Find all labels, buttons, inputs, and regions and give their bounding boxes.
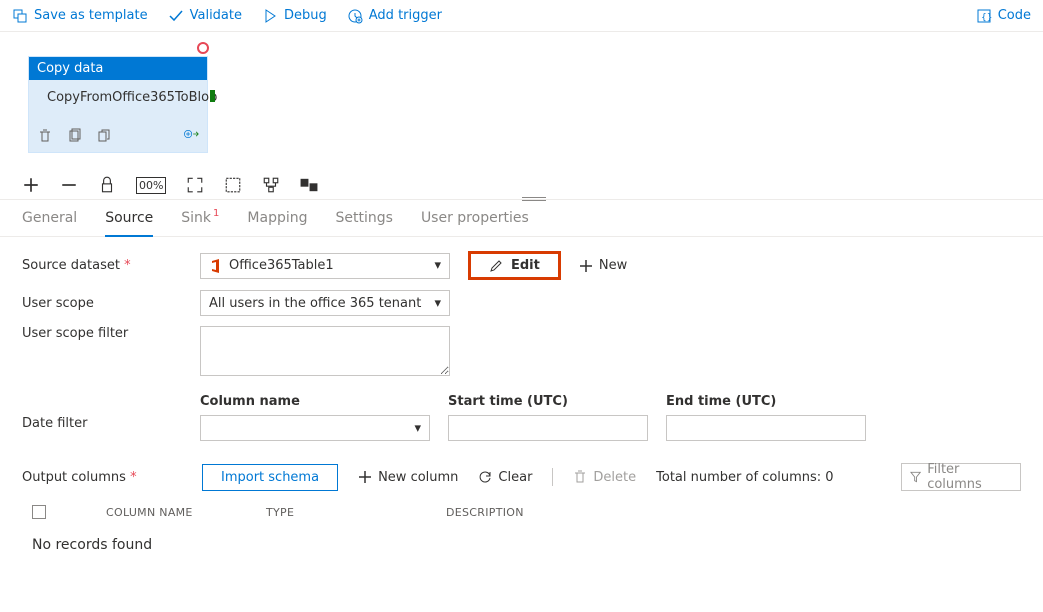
activity-name: CopyFromOffice365ToBlob — [47, 90, 217, 106]
copy-icon[interactable] — [67, 128, 83, 144]
config-tabs: General Source Sink1 Mapping Settings Us… — [0, 200, 1043, 237]
import-schema-button[interactable]: Import schema — [202, 464, 338, 491]
user-scope-filter-input[interactable] — [200, 326, 450, 376]
tab-sink[interactable]: Sink1 — [181, 210, 219, 236]
col-header-name: Column name — [106, 506, 206, 519]
tab-mapping[interactable]: Mapping — [247, 210, 307, 236]
zoom-in-icon[interactable] — [22, 176, 40, 194]
trigger-icon — [347, 8, 363, 24]
zoom-reset-button[interactable]: 00% — [136, 177, 166, 194]
user-scope-value: All users in the office 365 tenant — [209, 296, 421, 311]
validate-button[interactable]: Validate — [168, 8, 242, 24]
date-filter-label: Date filter — [22, 394, 182, 431]
start-time-input[interactable] — [448, 415, 648, 441]
clone-icon[interactable] — [97, 128, 113, 144]
tab-settings[interactable]: Settings — [336, 210, 393, 236]
fullscreen-icon[interactable] — [224, 176, 242, 194]
plus-icon — [358, 470, 372, 484]
tab-general[interactable]: General — [22, 210, 77, 236]
filter-icon — [910, 471, 921, 483]
col-header-desc: Description — [446, 506, 524, 519]
debug-label: Debug — [284, 8, 327, 23]
user-scope-label: User scope — [22, 296, 182, 311]
trash-icon — [573, 470, 587, 484]
col-header-type: Type — [266, 506, 386, 519]
stage-marker-icon — [197, 42, 209, 54]
save-template-label: Save as template — [34, 8, 148, 23]
success-port[interactable] — [210, 90, 215, 102]
columns-table-header: Column name Type Description — [22, 491, 1021, 527]
svg-text:{}: {} — [981, 13, 992, 23]
minimap-icon[interactable] — [300, 176, 318, 194]
user-scope-filter-label: User scope filter — [22, 326, 182, 341]
new-dataset-button[interactable]: New — [579, 258, 627, 273]
add-output-icon[interactable] — [183, 126, 199, 146]
lock-icon[interactable] — [98, 176, 116, 194]
date-column-select[interactable]: ▾ — [200, 415, 430, 441]
source-dataset-select[interactable]: Office365Table1 ▾ — [200, 253, 450, 279]
no-records-message: No records found — [22, 527, 1021, 563]
filter-columns-input[interactable]: Filter columns — [901, 463, 1021, 491]
source-dataset-value: Office365Table1 — [229, 258, 334, 273]
source-dataset-label: Source dataset * — [22, 258, 182, 273]
delete-column-button: Delete — [573, 470, 636, 485]
pipeline-canvas[interactable]: Copy data CopyFromOffice365ToBlob 00% — [0, 32, 1043, 200]
select-all-checkbox[interactable] — [32, 505, 46, 519]
edit-label: Edit — [511, 258, 540, 273]
start-time-header: Start time (UTC) — [448, 394, 648, 409]
edit-dataset-button[interactable]: Edit — [468, 251, 561, 280]
code-icon: {} — [976, 8, 992, 24]
add-trigger-button[interactable]: Add trigger — [347, 8, 442, 24]
end-time-input[interactable] — [666, 415, 866, 441]
canvas-toolbar: 00% — [22, 170, 318, 200]
check-icon — [168, 8, 184, 24]
pencil-icon — [489, 259, 503, 273]
play-icon — [262, 8, 278, 24]
zoom-out-icon[interactable] — [60, 176, 78, 194]
user-scope-select[interactable]: All users in the office 365 tenant ▾ — [200, 290, 450, 316]
office-icon — [209, 259, 223, 273]
caret-down-icon: ▾ — [434, 258, 441, 273]
output-columns-label: Output columns * — [22, 470, 182, 485]
pipeline-toolbar: Save as template Validate Debug Add trig… — [0, 0, 1043, 32]
source-panel: Source dataset * Office365Table1 ▾ Edit … — [0, 237, 1043, 577]
delete-icon[interactable] — [37, 128, 53, 144]
activity-footer — [29, 120, 207, 152]
plus-icon — [579, 259, 593, 273]
layout-icon[interactable] — [262, 176, 280, 194]
clear-button[interactable]: Clear — [478, 470, 532, 485]
trigger-label: Add trigger — [369, 8, 442, 23]
tab-source[interactable]: Source — [105, 210, 153, 236]
caret-down-icon: ▾ — [434, 296, 441, 311]
new-label: New — [599, 258, 627, 273]
fit-icon[interactable] — [186, 176, 204, 194]
save-template-button[interactable]: Save as template — [12, 8, 148, 24]
code-button[interactable]: {} Code — [976, 8, 1031, 24]
resize-handle[interactable] — [522, 197, 546, 201]
debug-button[interactable]: Debug — [262, 8, 327, 24]
refresh-icon — [478, 470, 492, 484]
copy-activity[interactable]: Copy data CopyFromOffice365ToBlob — [28, 56, 208, 153]
code-label: Code — [998, 8, 1031, 23]
validate-label: Validate — [190, 8, 242, 23]
column-count-label: Total number of columns: 0 — [656, 470, 833, 485]
tab-user-properties[interactable]: User properties — [421, 210, 529, 236]
save-template-icon — [12, 8, 28, 24]
end-time-header: End time (UTC) — [666, 394, 866, 409]
column-name-header: Column name — [200, 394, 430, 409]
sink-error-badge: 1 — [213, 208, 219, 219]
new-column-button[interactable]: New column — [358, 470, 458, 485]
activity-header: Copy data — [29, 57, 207, 80]
